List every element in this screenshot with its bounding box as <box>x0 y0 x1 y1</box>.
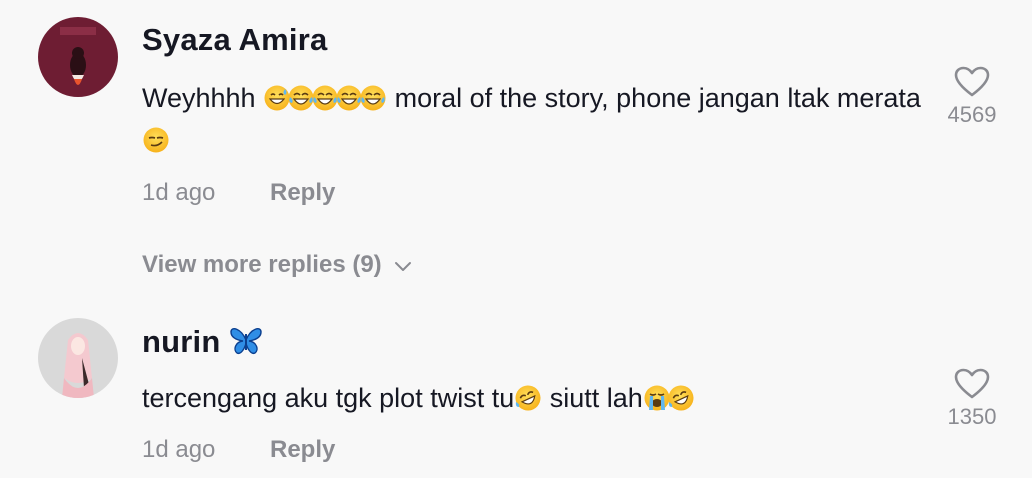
avatar-image <box>38 17 118 97</box>
comment-meta: 1d ago Reply <box>142 436 335 464</box>
comment-item: nurin tercengang aku tgk plot twist tu s… <box>0 300 1032 478</box>
comment-text-part: siutt lah <box>542 383 643 413</box>
view-more-replies-label: View more replies (9) <box>142 251 382 278</box>
comment-timestamp: 1d ago <box>142 179 216 206</box>
like-count: 4569 <box>947 102 997 127</box>
comment-username[interactable]: Syaza Amira <box>142 22 327 58</box>
butterfly-emoji <box>229 326 263 364</box>
rofl-emoji <box>667 384 695 412</box>
like-count: 1350 <box>947 404 997 429</box>
comment-text: Weyhhhh moral of the story, phone jangan… <box>142 77 932 161</box>
avatar[interactable] <box>38 318 118 398</box>
rofl-emoji <box>514 384 542 412</box>
comment-meta: 1d ago Reply <box>142 179 335 207</box>
comment-list: Syaza Amira Weyhhhh moral of the story, … <box>0 0 1032 478</box>
reply-button[interactable]: Reply <box>270 179 335 206</box>
view-more-replies-button[interactable]: View more replies (9) <box>142 251 412 280</box>
comment-text-part: Weyhhhh <box>142 83 264 113</box>
avatar[interactable] <box>38 17 118 97</box>
comment-username[interactable]: nurin <box>142 324 263 364</box>
heart-icon[interactable] <box>954 66 990 98</box>
avatar-image <box>38 318 118 398</box>
reply-button[interactable]: Reply <box>270 436 335 463</box>
comment-timestamp: 1d ago <box>142 436 216 463</box>
comment-username-text: nurin <box>142 324 221 359</box>
chevron-down-icon <box>394 252 412 280</box>
like-control: 1350 <box>940 368 1004 430</box>
tears-of-joy-emoji <box>359 84 387 112</box>
comment-text: tercengang aku tgk plot twist tu siutt l… <box>142 377 932 419</box>
comment-text-part: moral of the story, phone jangan ltak me… <box>387 83 921 113</box>
heart-icon[interactable] <box>954 368 990 400</box>
comment-item: Syaza Amira Weyhhhh moral of the story, … <box>0 0 1032 300</box>
comment-text-part: tercengang aku tgk plot twist tu <box>142 383 515 413</box>
like-control: 4569 <box>940 66 1004 128</box>
smirk-emoji <box>142 126 170 154</box>
